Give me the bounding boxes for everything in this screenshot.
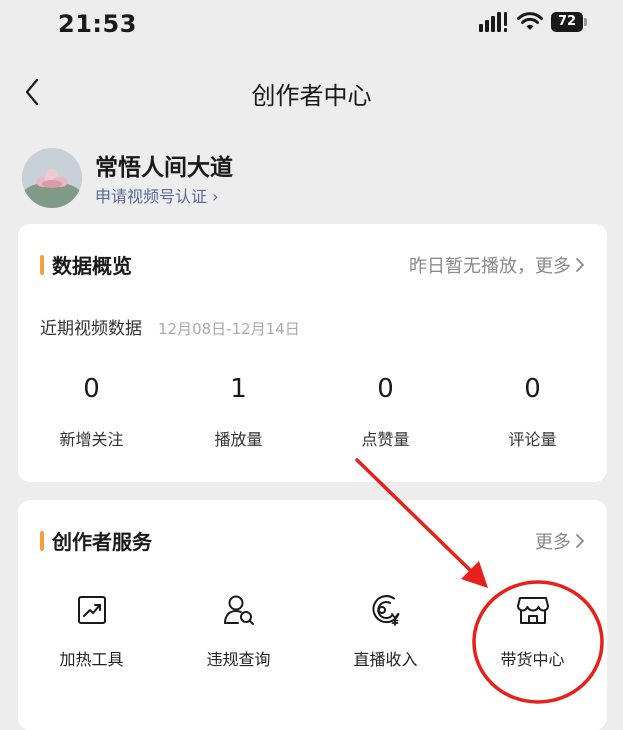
- creator-services-title: 创作者服务: [40, 526, 152, 555]
- creator-services-card: 创作者服务 更多 加热工具 违规查询 直播收入 带货中心: [18, 500, 607, 730]
- chevron-right-icon: [576, 258, 584, 272]
- trending-up-icon: [77, 596, 106, 624]
- stat-label: 播放量: [214, 430, 263, 449]
- stat-label: 评论量: [508, 430, 557, 449]
- creator-services-title-text: 创作者服务: [52, 530, 152, 554]
- page-title: 创作者中心: [251, 82, 372, 110]
- accent-bar: [40, 254, 44, 275]
- live-income-icon: [371, 595, 399, 626]
- creator-services-more-text: 更多: [535, 532, 571, 553]
- user-search-icon: [223, 595, 254, 625]
- service-label: 直播收入: [353, 650, 418, 669]
- stat-value: 1: [230, 374, 247, 404]
- profile-name: 常悟人间大道: [95, 155, 233, 181]
- status-bar: 21:53 72: [0, 0, 623, 56]
- accent-bar: [40, 530, 44, 551]
- lotus-avatar-image: [22, 148, 82, 208]
- service-commerce-center[interactable]: 带货中心: [459, 592, 606, 670]
- period-label: 近期视频数据: [40, 319, 142, 339]
- data-overview-title-text: 数据概览: [52, 254, 132, 278]
- service-label: 带货中心: [500, 650, 565, 669]
- data-overview-card: 数据概览 昨日暂无播放，更多 近期视频数据 12月08日-12月14日 0 新增…: [18, 224, 607, 482]
- battery-level: 72: [551, 12, 583, 32]
- status-icons: 72: [479, 12, 587, 32]
- stat-value: 0: [524, 374, 541, 404]
- chevron-right-icon: [576, 534, 584, 548]
- verify-link[interactable]: 申请视频号认证 ›: [95, 183, 219, 207]
- stat-label: 点赞量: [361, 430, 410, 449]
- period-range: 12月08日-12月14日: [158, 320, 300, 338]
- status-time: 21:53: [58, 10, 137, 38]
- service-boost-tools[interactable]: 加热工具: [18, 592, 165, 670]
- stat-label: 新增关注: [59, 430, 124, 449]
- avatar[interactable]: [22, 148, 82, 208]
- nav-bar: 创作者中心: [0, 56, 623, 126]
- store-icon: [516, 597, 549, 624]
- service-live-income[interactable]: 直播收入: [312, 592, 459, 670]
- data-overview-more-text: 昨日暂无播放，更多: [409, 256, 571, 277]
- data-overview-more-link[interactable]: 昨日暂无播放，更多: [409, 252, 585, 278]
- service-label: 加热工具: [59, 650, 124, 669]
- creator-services-more-link[interactable]: 更多: [535, 528, 585, 554]
- stat-comments[interactable]: 0 评论量: [459, 374, 606, 450]
- signal-icon: [479, 12, 507, 32]
- stat-value: 0: [377, 374, 394, 404]
- period-row: 近期视频数据 12月08日-12月14日: [40, 314, 300, 339]
- service-violation-check[interactable]: 违规查询: [165, 592, 312, 670]
- service-label: 违规查询: [206, 650, 271, 669]
- profile-header: 常悟人间大道 申请视频号认证 ›: [22, 146, 582, 212]
- stat-plays[interactable]: 1 播放量: [165, 374, 312, 450]
- stat-likes[interactable]: 0 点赞量: [312, 374, 459, 450]
- data-overview-title: 数据概览: [40, 250, 132, 279]
- stats-row: 0 新增关注 1 播放量 0 点赞量 0 评论量: [18, 374, 607, 450]
- stat-new-followers[interactable]: 0 新增关注: [18, 374, 165, 450]
- wifi-icon: [517, 12, 543, 30]
- stat-value: 0: [83, 374, 100, 404]
- services-row: 加热工具 违规查询 直播收入 带货中心: [18, 592, 607, 670]
- battery-icon: 72: [551, 12, 587, 32]
